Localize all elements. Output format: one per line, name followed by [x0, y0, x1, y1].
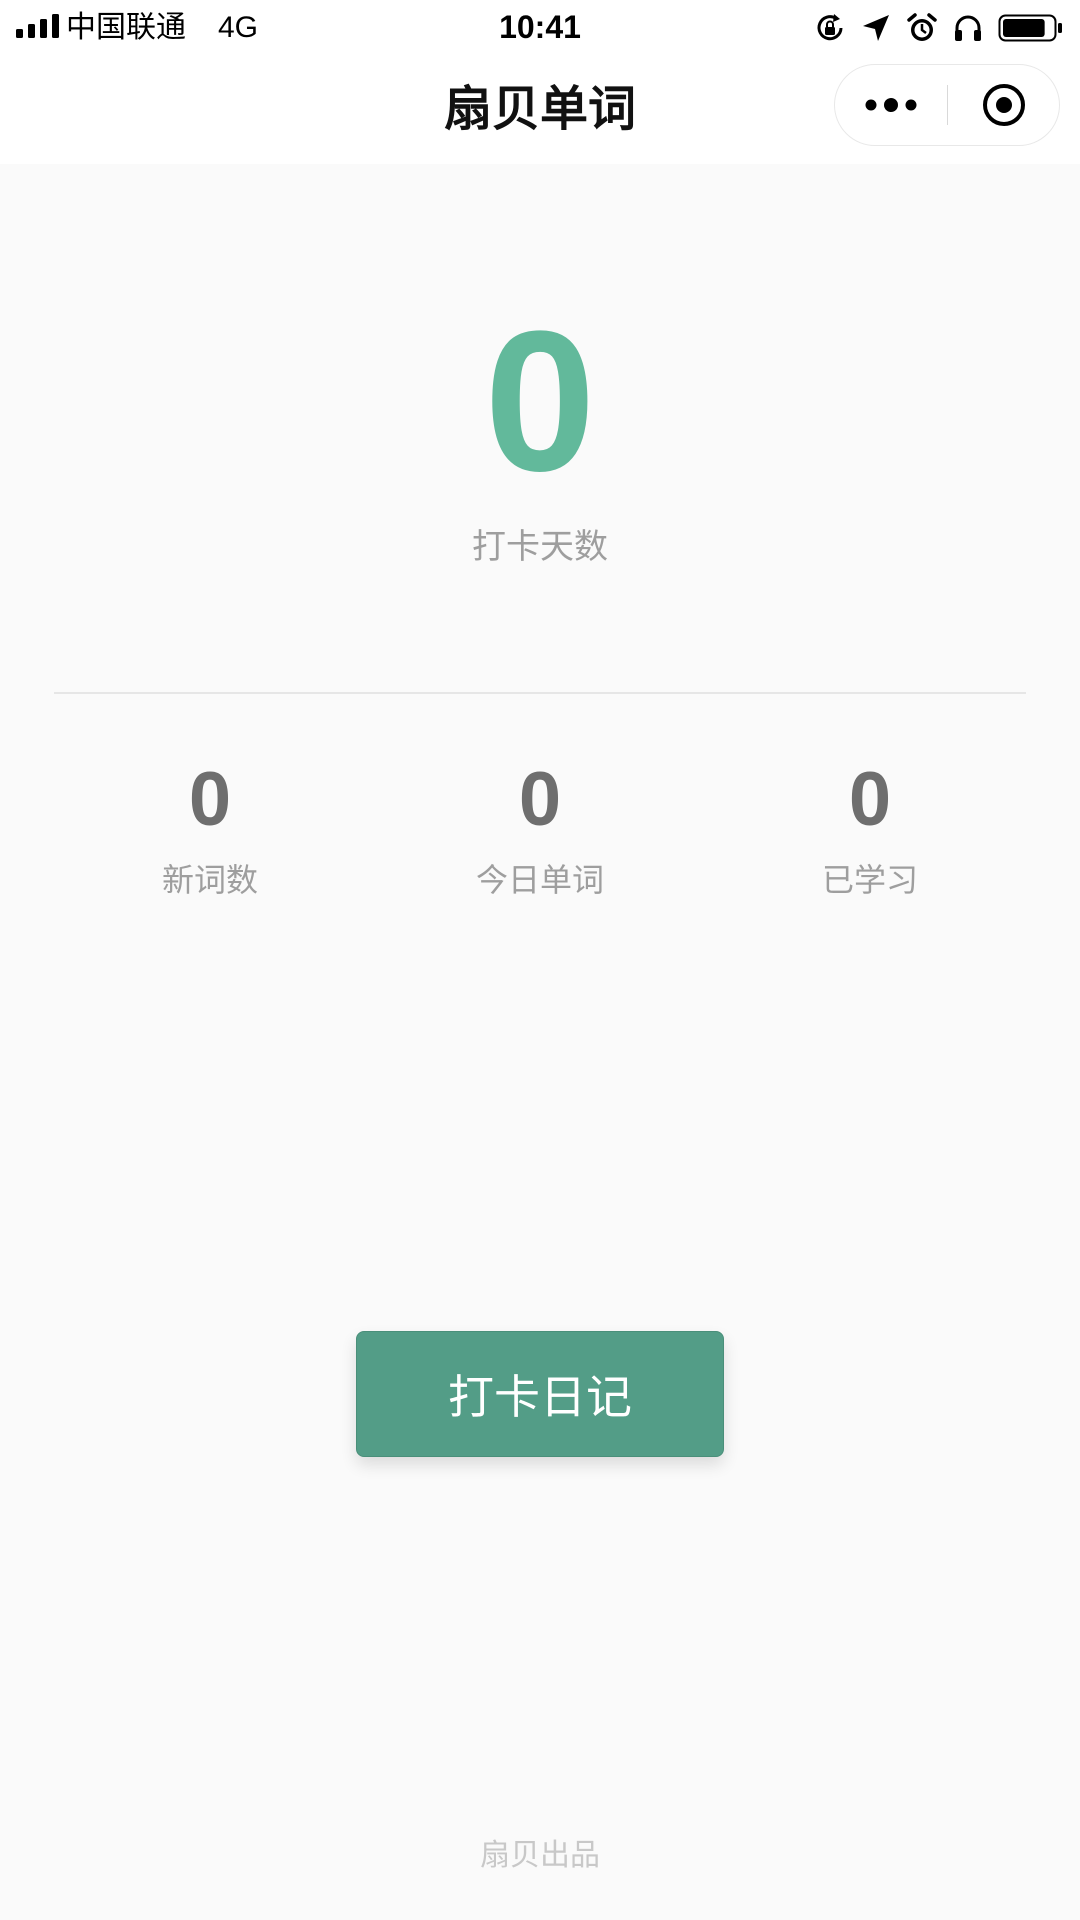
app-screen: 中国联通 4G 10:41 扇贝单词 0 打卡天数 0 新词数 0 今日单词 0… — [0, 0, 1080, 1920]
headphones-icon — [955, 15, 981, 41]
stat-label: 新词数 — [161, 861, 258, 899]
stat-learned: 0 已学习 — [720, 760, 1020, 902]
checkin-days-value: 0 — [484, 290, 596, 513]
battery-icon — [998, 14, 1062, 42]
stat-today-words: 0 今日单词 — [390, 760, 690, 902]
status-icons — [814, 8, 1064, 48]
stat-new-words: 0 新词数 — [60, 760, 360, 902]
rotation-lock-icon — [817, 14, 843, 41]
more-button[interactable] — [835, 65, 947, 145]
status-bar: 中国联通 4G 10:41 — [0, 0, 1080, 56]
navigation-bar: 扇贝单词 — [0, 56, 1080, 164]
target-close-icon — [983, 84, 1025, 126]
stat-value: 0 — [188, 757, 232, 842]
location-icon — [863, 15, 889, 41]
mini-program-capsule — [834, 64, 1060, 146]
alarm-icon — [907, 13, 937, 41]
checkin-diary-button[interactable]: 打卡日记 — [356, 1331, 724, 1457]
more-dots-icon — [865, 98, 917, 112]
stat-value: 0 — [518, 757, 562, 842]
section-divider — [54, 692, 1026, 694]
close-button[interactable] — [948, 65, 1060, 145]
footer-credit: 扇贝出品 — [480, 1838, 600, 1873]
stat-label: 已学习 — [821, 861, 918, 899]
stat-label: 今日单词 — [475, 861, 604, 899]
stat-value: 0 — [848, 757, 892, 842]
checkin-days-label: 打卡天数 — [472, 527, 608, 567]
